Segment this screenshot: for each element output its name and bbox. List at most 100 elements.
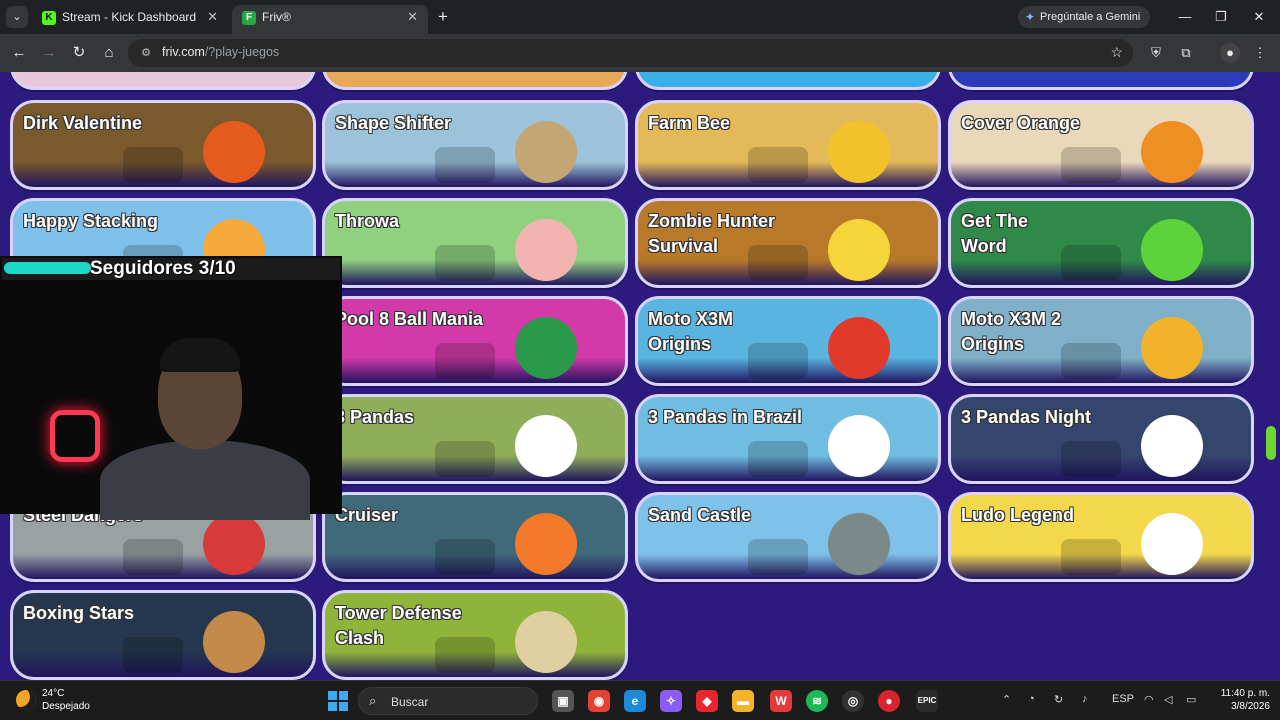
game-card[interactable]: 3 Pandas in Brazil bbox=[635, 394, 941, 484]
chrome-icon[interactable]: ◉ bbox=[588, 690, 610, 712]
game-card[interactable]: Ludo Legend bbox=[948, 492, 1254, 582]
game-card[interactable]: Shape Shifter bbox=[322, 100, 628, 190]
app-red-icon[interactable]: ◆ bbox=[696, 690, 718, 712]
game-card[interactable]: 3 Pandas bbox=[322, 394, 628, 484]
menu-icon[interactable]: ⋮ bbox=[1250, 43, 1270, 63]
gemini-button[interactable]: ✦ Pregúntale a Gemini bbox=[1018, 6, 1150, 28]
game-card[interactable]: Tower Defense Clash bbox=[322, 590, 628, 680]
game-thumbnail-art bbox=[123, 539, 183, 575]
game-thumbnail-art bbox=[515, 513, 577, 575]
copilot-icon[interactable]: ✧ bbox=[660, 690, 682, 712]
bookmark-star-icon[interactable]: ☆ bbox=[1110, 44, 1123, 61]
tab-title: Stream - Kick Dashboard bbox=[62, 10, 197, 24]
volume-icon[interactable]: ◁ bbox=[1164, 693, 1172, 706]
game-thumbnail-art bbox=[748, 539, 808, 575]
address-bar[interactable]: ⚙ friv.com/?play-juegos ☆ bbox=[128, 39, 1133, 67]
game-card[interactable]: Moto X3M 2 Origins bbox=[948, 296, 1254, 386]
game-card[interactable]: Get The Word bbox=[948, 198, 1254, 288]
close-icon[interactable]: ✕ bbox=[207, 5, 218, 29]
game-thumbnail-art bbox=[515, 219, 577, 281]
game-card[interactable]: Throwa bbox=[322, 198, 628, 288]
followers-goal-label: Seguidores 3/10 bbox=[90, 258, 236, 279]
tab-search-button[interactable]: ⌄ bbox=[6, 6, 28, 28]
reload-icon[interactable]: ↻ bbox=[68, 42, 90, 64]
obs-icon[interactable]: ◎ bbox=[842, 690, 864, 712]
game-title: Zombie Hunter Survival bbox=[648, 211, 776, 256]
game-card[interactable]: 3 Pandas Night bbox=[948, 394, 1254, 484]
game-card-partial[interactable] bbox=[948, 72, 1254, 90]
site-info-icon[interactable]: ⚙ bbox=[138, 45, 154, 61]
file-explorer-icon[interactable]: ▬ bbox=[732, 690, 754, 712]
game-title: Dirk Valentine bbox=[23, 113, 143, 133]
url-text: friv.com/?play-juegos bbox=[162, 45, 280, 59]
app-record-icon[interactable]: ● bbox=[878, 690, 900, 712]
extensions-icon[interactable]: ⧉ bbox=[1176, 43, 1196, 63]
back-arrow-icon[interactable]: ← bbox=[8, 42, 30, 64]
tab-friv[interactable]: F Friv® ✕ bbox=[232, 5, 428, 34]
game-card[interactable]: Cover Orange bbox=[948, 100, 1254, 190]
game-title: Ludo Legend bbox=[961, 505, 1074, 525]
close-window-button[interactable]: ✕ bbox=[1248, 6, 1270, 28]
forward-arrow-icon[interactable]: → bbox=[38, 42, 60, 64]
game-card-partial[interactable] bbox=[322, 72, 628, 90]
battery-icon[interactable]: ▭ bbox=[1186, 693, 1196, 706]
game-thumbnail-art bbox=[435, 441, 495, 477]
game-title: Cruiser bbox=[335, 505, 399, 525]
clock-time: 11:40 p. m. bbox=[1220, 688, 1270, 699]
close-icon[interactable]: ✕ bbox=[407, 5, 418, 29]
game-thumbnail-art bbox=[828, 121, 890, 183]
maximize-button[interactable]: ❐ bbox=[1210, 6, 1232, 28]
game-card-partial[interactable] bbox=[10, 72, 316, 90]
minimize-button[interactable]: — bbox=[1174, 6, 1196, 28]
game-title: Cover Orange bbox=[961, 113, 1081, 133]
game-card[interactable]: Boxing Stars bbox=[10, 590, 316, 680]
home-icon[interactable]: ⌂ bbox=[98, 42, 120, 64]
edge-icon[interactable]: e bbox=[624, 690, 646, 712]
epic-games-icon[interactable]: EPIC bbox=[916, 690, 938, 712]
browser-toolbar: ← → ↻ ⌂ ⚙ friv.com/?play-juegos ☆ ⛨ ⧉ ● … bbox=[0, 34, 1280, 72]
game-thumbnail-art bbox=[515, 121, 577, 183]
wps-office-icon[interactable]: W bbox=[770, 690, 792, 712]
page-scrollbar[interactable] bbox=[1266, 72, 1278, 680]
tab-title: Friv® bbox=[262, 10, 291, 24]
new-tab-button[interactable]: + bbox=[434, 6, 452, 28]
taskbar-search[interactable]: ⌕ Buscar bbox=[358, 687, 538, 715]
clock-date: 3/8/2026 bbox=[1231, 701, 1270, 712]
microphone-icon[interactable]: ♪ bbox=[1082, 693, 1088, 705]
moon-weather-icon[interactable] bbox=[16, 690, 36, 710]
game-title: 3 Pandas bbox=[335, 407, 415, 427]
spotify-icon[interactable]: ≋ bbox=[806, 690, 828, 712]
game-card-partial[interactable] bbox=[635, 72, 941, 90]
start-button[interactable] bbox=[328, 691, 348, 711]
task-view-icon[interactable]: ▣ bbox=[552, 690, 574, 712]
tray-sync-icon[interactable]: ↻ bbox=[1054, 693, 1063, 706]
language-indicator[interactable]: ESP bbox=[1112, 693, 1134, 705]
game-title: Pool 8 Ball Mania bbox=[335, 309, 484, 329]
game-thumbnail-art bbox=[435, 539, 495, 575]
game-thumbnail-art bbox=[828, 513, 890, 575]
game-card[interactable]: Zombie Hunter Survival bbox=[635, 198, 941, 288]
clock[interactable]: 11:40 p. m. 3/8/2026 bbox=[1214, 688, 1270, 712]
tab-kick-dashboard[interactable]: K Stream - Kick Dashboard ✕ bbox=[32, 5, 228, 34]
game-thumbnail-art bbox=[435, 147, 495, 183]
game-thumbnail-art bbox=[435, 343, 495, 379]
game-card[interactable]: Dirk Valentine bbox=[10, 100, 316, 190]
game-card[interactable]: Farm Bee bbox=[635, 100, 941, 190]
tab-strip: ⌄ K Stream - Kick Dashboard ✕ F Friv® ✕ … bbox=[0, 0, 1280, 34]
wifi-icon[interactable]: ◠ bbox=[1144, 693, 1154, 706]
game-card[interactable]: Moto X3M Origins bbox=[635, 296, 941, 386]
windows-taskbar: 24°C Despejado ⌕ Buscar ▣ ◉ e ✧ ◆ ▬ W ≋ … bbox=[0, 680, 1280, 720]
game-thumbnail-art bbox=[1141, 513, 1203, 575]
tray-app-icon[interactable]: ◔ bbox=[1028, 693, 1035, 705]
game-thumbnail-art bbox=[828, 415, 890, 477]
shield-icon[interactable]: ⛨ bbox=[1146, 43, 1166, 63]
game-thumbnail-art bbox=[1141, 415, 1203, 477]
scrollbar-thumb[interactable] bbox=[1266, 426, 1276, 460]
kick-icon: K bbox=[42, 11, 56, 25]
game-card[interactable]: Cruiser bbox=[322, 492, 628, 582]
profile-avatar[interactable]: ● bbox=[1220, 43, 1240, 63]
chevron-up-icon[interactable]: ⌃ bbox=[1002, 693, 1011, 706]
game-card[interactable]: Sand Castle bbox=[635, 492, 941, 582]
game-card[interactable]: Pool 8 Ball Mania bbox=[322, 296, 628, 386]
game-thumbnail-art bbox=[515, 317, 577, 379]
